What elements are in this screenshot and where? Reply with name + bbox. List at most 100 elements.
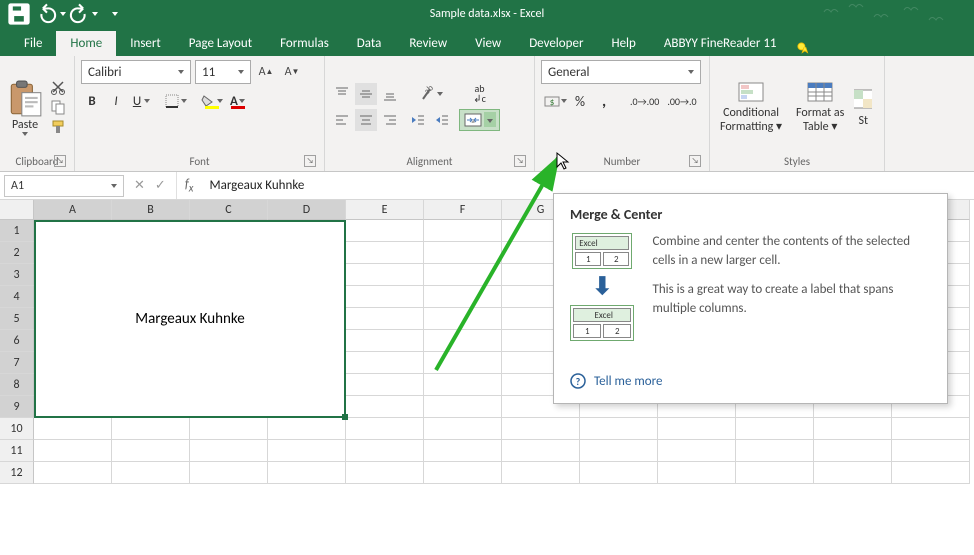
cell-E5[interactable] — [346, 308, 424, 330]
cell-E6[interactable] — [346, 330, 424, 352]
cell-D11[interactable] — [268, 440, 346, 462]
column-header-B[interactable]: B — [112, 200, 190, 220]
font-size-select[interactable]: 11 — [195, 60, 251, 84]
cut-icon[interactable] — [48, 78, 68, 96]
font-color-button[interactable]: A — [225, 90, 247, 112]
tab-file[interactable]: File — [10, 31, 56, 56]
select-all-corner[interactable] — [0, 200, 34, 220]
row-header-9[interactable]: 9 — [0, 396, 34, 418]
row-header-12[interactable]: 12 — [0, 462, 34, 484]
tab-review[interactable]: Review — [395, 31, 461, 56]
cell-C10[interactable] — [190, 418, 268, 440]
row-header-11[interactable]: 11 — [0, 440, 34, 462]
enter-formula-icon[interactable]: ✓ — [155, 178, 166, 193]
cell-F12[interactable] — [424, 462, 502, 484]
conditional-formatting-button[interactable]: ConditionalFormatting ▾ — [716, 79, 786, 133]
cell-D12[interactable] — [268, 462, 346, 484]
increase-font-icon[interactable]: A▲ — [255, 61, 277, 83]
tab-home[interactable]: Home — [56, 31, 116, 56]
cell-J10[interactable] — [736, 418, 814, 440]
cell-J12[interactable] — [736, 462, 814, 484]
row-header-4[interactable]: 4 — [0, 286, 34, 308]
merge-center-button[interactable]: a — [459, 109, 500, 131]
underline-button[interactable]: U — [129, 90, 151, 112]
cell-B11[interactable] — [112, 440, 190, 462]
format-painter-icon[interactable] — [48, 118, 68, 136]
format-as-table-button[interactable]: Format asTable ▾ — [792, 79, 848, 133]
cell-F8[interactable] — [424, 374, 502, 396]
name-box[interactable]: A1 — [4, 175, 124, 197]
tab-help[interactable]: Help — [597, 31, 649, 56]
cell-F4[interactable] — [424, 286, 502, 308]
cell-H10[interactable] — [580, 418, 658, 440]
cell-K12[interactable] — [814, 462, 892, 484]
qat-customize[interactable] — [104, 3, 126, 25]
number-dialog-launcher[interactable]: ↘ — [689, 155, 701, 167]
italic-button[interactable]: I — [105, 90, 127, 112]
cell-F1[interactable] — [424, 220, 502, 242]
accounting-format-button[interactable]: $ — [541, 90, 567, 112]
tab-insert[interactable]: Insert — [116, 31, 175, 56]
number-format-select[interactable]: General — [541, 60, 701, 84]
cell-F3[interactable] — [424, 264, 502, 286]
column-header-E[interactable]: E — [346, 200, 424, 220]
column-header-C[interactable]: C — [190, 200, 268, 220]
align-right-icon[interactable] — [379, 109, 401, 131]
cell-E10[interactable] — [346, 418, 424, 440]
undo-button[interactable] — [40, 3, 62, 25]
cell-E8[interactable] — [346, 374, 424, 396]
copy-icon[interactable] — [48, 98, 68, 116]
comma-button[interactable]: , — [593, 90, 615, 112]
cell-F7[interactable] — [424, 352, 502, 374]
decrease-decimal-icon[interactable]: .00→.0 — [664, 90, 699, 112]
borders-button[interactable] — [161, 90, 187, 112]
wrap-text-button[interactable]: ab↲c — [459, 83, 500, 105]
cell-A10[interactable] — [34, 418, 112, 440]
cell-E11[interactable] — [346, 440, 424, 462]
column-header-F[interactable]: F — [424, 200, 502, 220]
align-middle-icon[interactable] — [355, 83, 377, 105]
cell-I12[interactable] — [658, 462, 736, 484]
paste-button[interactable]: Paste — [6, 78, 44, 136]
row-header-6[interactable]: 6 — [0, 330, 34, 352]
row-header-5[interactable]: 5 — [0, 308, 34, 330]
align-bottom-icon[interactable] — [379, 83, 401, 105]
tab-formulas[interactable]: Formulas — [266, 31, 343, 56]
cell-F10[interactable] — [424, 418, 502, 440]
cell-G10[interactable] — [502, 418, 580, 440]
align-center-icon[interactable] — [355, 109, 377, 131]
font-name-select[interactable]: Calibri — [81, 60, 191, 84]
row-header-3[interactable]: 3 — [0, 264, 34, 286]
font-dialog-launcher[interactable]: ↘ — [304, 155, 316, 167]
cell-L12[interactable] — [892, 462, 970, 484]
cell-K10[interactable] — [814, 418, 892, 440]
tab-data[interactable]: Data — [343, 31, 396, 56]
fx-icon[interactable]: fx — [177, 177, 202, 195]
cell-I10[interactable] — [658, 418, 736, 440]
cell-E4[interactable] — [346, 286, 424, 308]
increase-indent-icon[interactable] — [431, 109, 453, 131]
fill-color-button[interactable] — [197, 90, 223, 112]
cell-C12[interactable] — [190, 462, 268, 484]
tab-view[interactable]: View — [461, 31, 515, 56]
cancel-formula-icon[interactable]: ✕ — [134, 178, 145, 193]
tell-me-more-link[interactable]: ? Tell me more — [570, 373, 931, 389]
orientation-button[interactable]: ab — [407, 83, 453, 105]
percent-button[interactable]: % — [569, 90, 591, 112]
column-header-A[interactable]: A — [34, 200, 112, 220]
cell-A12[interactable] — [34, 462, 112, 484]
row-header-8[interactable]: 8 — [0, 374, 34, 396]
alignment-dialog-launcher[interactable]: ↘ — [514, 155, 526, 167]
column-header-D[interactable]: D — [268, 200, 346, 220]
cell-K11[interactable] — [814, 440, 892, 462]
row-header-2[interactable]: 2 — [0, 242, 34, 264]
cell-F5[interactable] — [424, 308, 502, 330]
cell-E2[interactable] — [346, 242, 424, 264]
cell-F2[interactable] — [424, 242, 502, 264]
cell-E9[interactable] — [346, 396, 424, 418]
cell-F11[interactable] — [424, 440, 502, 462]
decrease-font-icon[interactable]: A▼ — [281, 61, 303, 83]
tab-developer[interactable]: Developer — [515, 31, 597, 56]
cell-F9[interactable] — [424, 396, 502, 418]
cell-E3[interactable] — [346, 264, 424, 286]
